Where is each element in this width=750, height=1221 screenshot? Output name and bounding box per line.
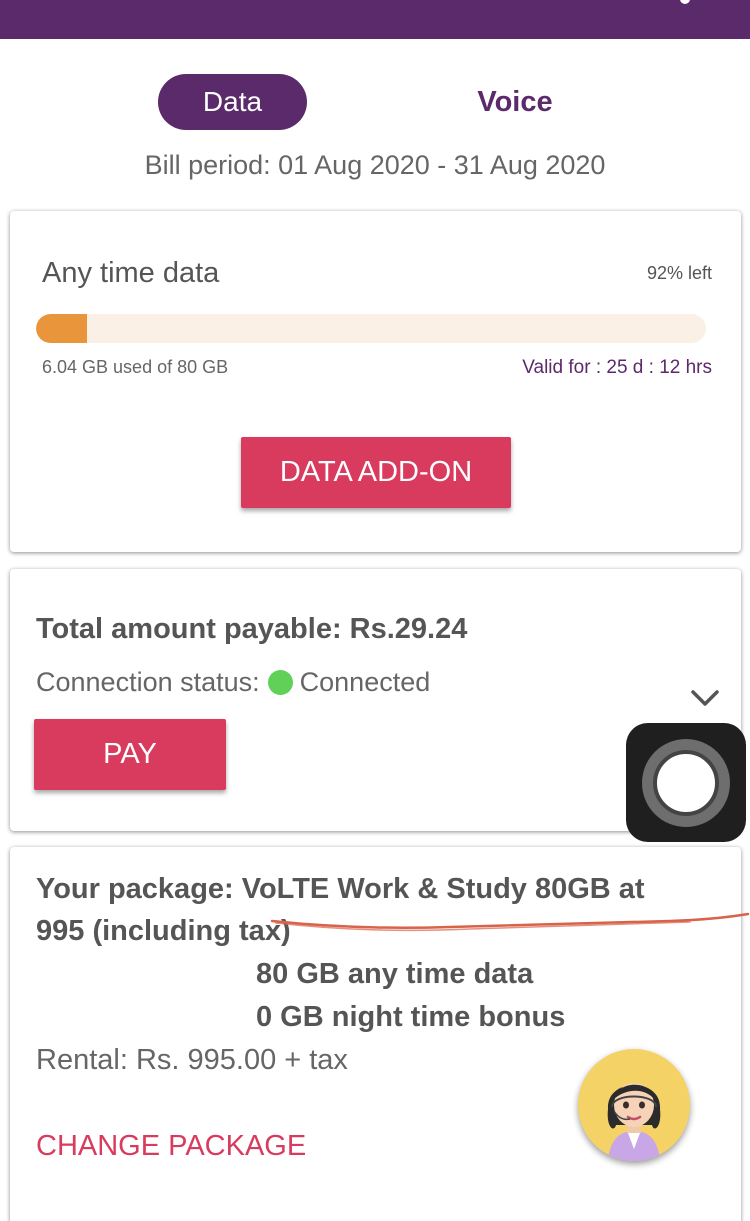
agent-avatar-icon[interactable] bbox=[578, 1049, 690, 1161]
package-name-line2: 995 (including tax) bbox=[36, 915, 291, 947]
data-used-text: 6.04 GB used of 80 GB bbox=[42, 357, 229, 377]
chevron-down-icon[interactable] bbox=[690, 687, 720, 709]
validity-text: Valid for : 25 d : 12 hrs bbox=[522, 357, 712, 378]
data-card-title: Any time data bbox=[42, 257, 220, 289]
connection-status-row: Connection status: Connected bbox=[36, 667, 430, 698]
package-feature-anytime-data: 80 GB any time data bbox=[256, 958, 534, 990]
change-package-link[interactable]: CHANGE PACKAGE bbox=[36, 1130, 306, 1163]
tab-voice[interactable]: Voice bbox=[440, 74, 590, 130]
pay-button[interactable]: PAY bbox=[34, 719, 226, 790]
data-usage-progress-fill bbox=[36, 314, 87, 343]
package-rental: Rental: Rs. 995.00 + tax bbox=[36, 1044, 348, 1076]
menu-icon[interactable] bbox=[680, 0, 690, 4]
total-amount-payable: Total amount payable: Rs.29.24 bbox=[36, 613, 468, 645]
data-usage-card: Any time data 92% left 6.04 GB used of 8… bbox=[10, 211, 741, 552]
tab-data[interactable]: Data bbox=[158, 74, 307, 130]
data-addon-button[interactable]: DATA ADD-ON bbox=[241, 437, 511, 508]
connection-status-value: Connected bbox=[299, 667, 431, 697]
percent-left: 92% left bbox=[646, 263, 712, 283]
data-usage-progress bbox=[36, 314, 706, 343]
bill-period: Bill period: 01 Aug 2020 - 31 Aug 2020 bbox=[144, 150, 606, 180]
status-dot-icon bbox=[267, 670, 293, 695]
top-app-bar bbox=[0, 0, 750, 39]
package-card: Your package: VoLTE Work & Study 80GB at… bbox=[10, 847, 741, 1221]
package-name-line1: Your package: VoLTE Work & Study 80GB at bbox=[36, 873, 645, 905]
assistive-touch-icon[interactable] bbox=[626, 723, 746, 842]
connection-status-label: Connection status: bbox=[36, 667, 260, 697]
agent-avatar-illustration bbox=[607, 1083, 661, 1161]
package-feature-night-bonus: 0 GB night time bonus bbox=[256, 1001, 566, 1033]
